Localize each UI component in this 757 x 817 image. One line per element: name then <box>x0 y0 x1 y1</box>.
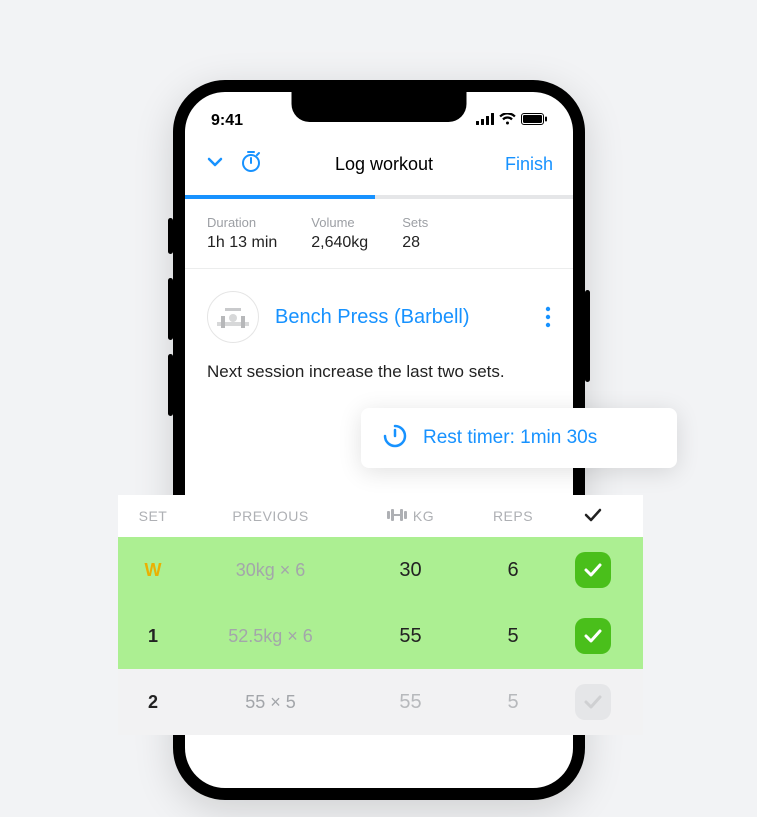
mute-switch[interactable] <box>168 218 173 254</box>
page-title: Log workout <box>335 154 433 175</box>
reps-input[interactable]: 5 <box>468 691 558 714</box>
stat-sets: Sets 28 <box>402 215 428 252</box>
stopwatch-icon <box>381 422 409 455</box>
status-icons <box>476 112 547 130</box>
chevron-down-icon[interactable] <box>205 152 225 177</box>
cellular-icon <box>476 112 494 130</box>
stat-value: 2,640kg <box>311 234 368 252</box>
done-checkbox[interactable] <box>575 618 611 654</box>
header: Log workout Finish <box>185 136 573 195</box>
exercise-name[interactable]: Bench Press (Barbell) <box>275 306 529 329</box>
timer-icon[interactable] <box>239 150 263 179</box>
stat-label: Volume <box>311 215 368 230</box>
battery-icon <box>521 112 547 130</box>
col-done <box>558 508 628 525</box>
dumbbell-icon <box>387 508 407 524</box>
reps-input[interactable]: 6 <box>468 559 558 582</box>
previous-value: 30kg × 6 <box>188 560 353 581</box>
set-number: 1 <box>118 626 188 647</box>
stat-value: 28 <box>402 234 428 252</box>
col-reps: REPS <box>468 508 558 524</box>
col-previous: PREVIOUS <box>188 508 353 524</box>
stat-duration: Duration 1h 13 min <box>207 215 277 252</box>
power-button[interactable] <box>585 290 590 382</box>
status-time: 9:41 <box>211 112 243 130</box>
done-checkbox[interactable] <box>575 552 611 588</box>
rest-timer-text: Rest timer: 1min 30s <box>423 427 597 449</box>
set-number: W <box>118 560 188 581</box>
done-checkbox[interactable] <box>575 684 611 720</box>
stat-label: Sets <box>402 215 428 230</box>
rest-timer-popover[interactable]: Rest timer: 1min 30s <box>361 408 677 468</box>
more-options-button[interactable] <box>545 305 551 329</box>
wifi-icon <box>499 112 516 130</box>
reps-input[interactable]: 5 <box>468 625 558 648</box>
kg-input[interactable]: 30 <box>353 559 468 582</box>
table-row: 152.5kg × 6555 <box>118 603 643 669</box>
stat-volume: Volume 2,640kg <box>311 215 368 252</box>
kg-input[interactable]: 55 <box>353 691 468 714</box>
col-set: SET <box>118 508 188 524</box>
table-row: 255 × 5555 <box>118 669 643 735</box>
table-row: W30kg × 6306 <box>118 537 643 603</box>
volume-up[interactable] <box>168 278 173 340</box>
set-number: 2 <box>118 692 188 713</box>
previous-value: 52.5kg × 6 <box>188 626 353 647</box>
stat-label: Duration <box>207 215 277 230</box>
kg-input[interactable]: 55 <box>353 625 468 648</box>
table-header: SET PREVIOUS KG REPS <box>118 495 643 537</box>
notch <box>292 92 467 122</box>
exercise-card: Bench Press (Barbell) Next session incre… <box>185 269 573 385</box>
previous-value: 55 × 5 <box>188 692 353 713</box>
finish-button[interactable]: Finish <box>505 154 553 175</box>
sets-table: SET PREVIOUS KG REPS W30kg × 6306 152.5kg… <box>118 495 643 735</box>
volume-down[interactable] <box>168 354 173 416</box>
exercise-thumbnail[interactable] <box>207 291 259 343</box>
stat-value: 1h 13 min <box>207 234 277 252</box>
stats-row: Duration 1h 13 min Volume 2,640kg Sets 2… <box>185 199 573 269</box>
col-kg: KG <box>353 508 468 524</box>
exercise-note: Next session increase the last two sets. <box>207 359 551 385</box>
